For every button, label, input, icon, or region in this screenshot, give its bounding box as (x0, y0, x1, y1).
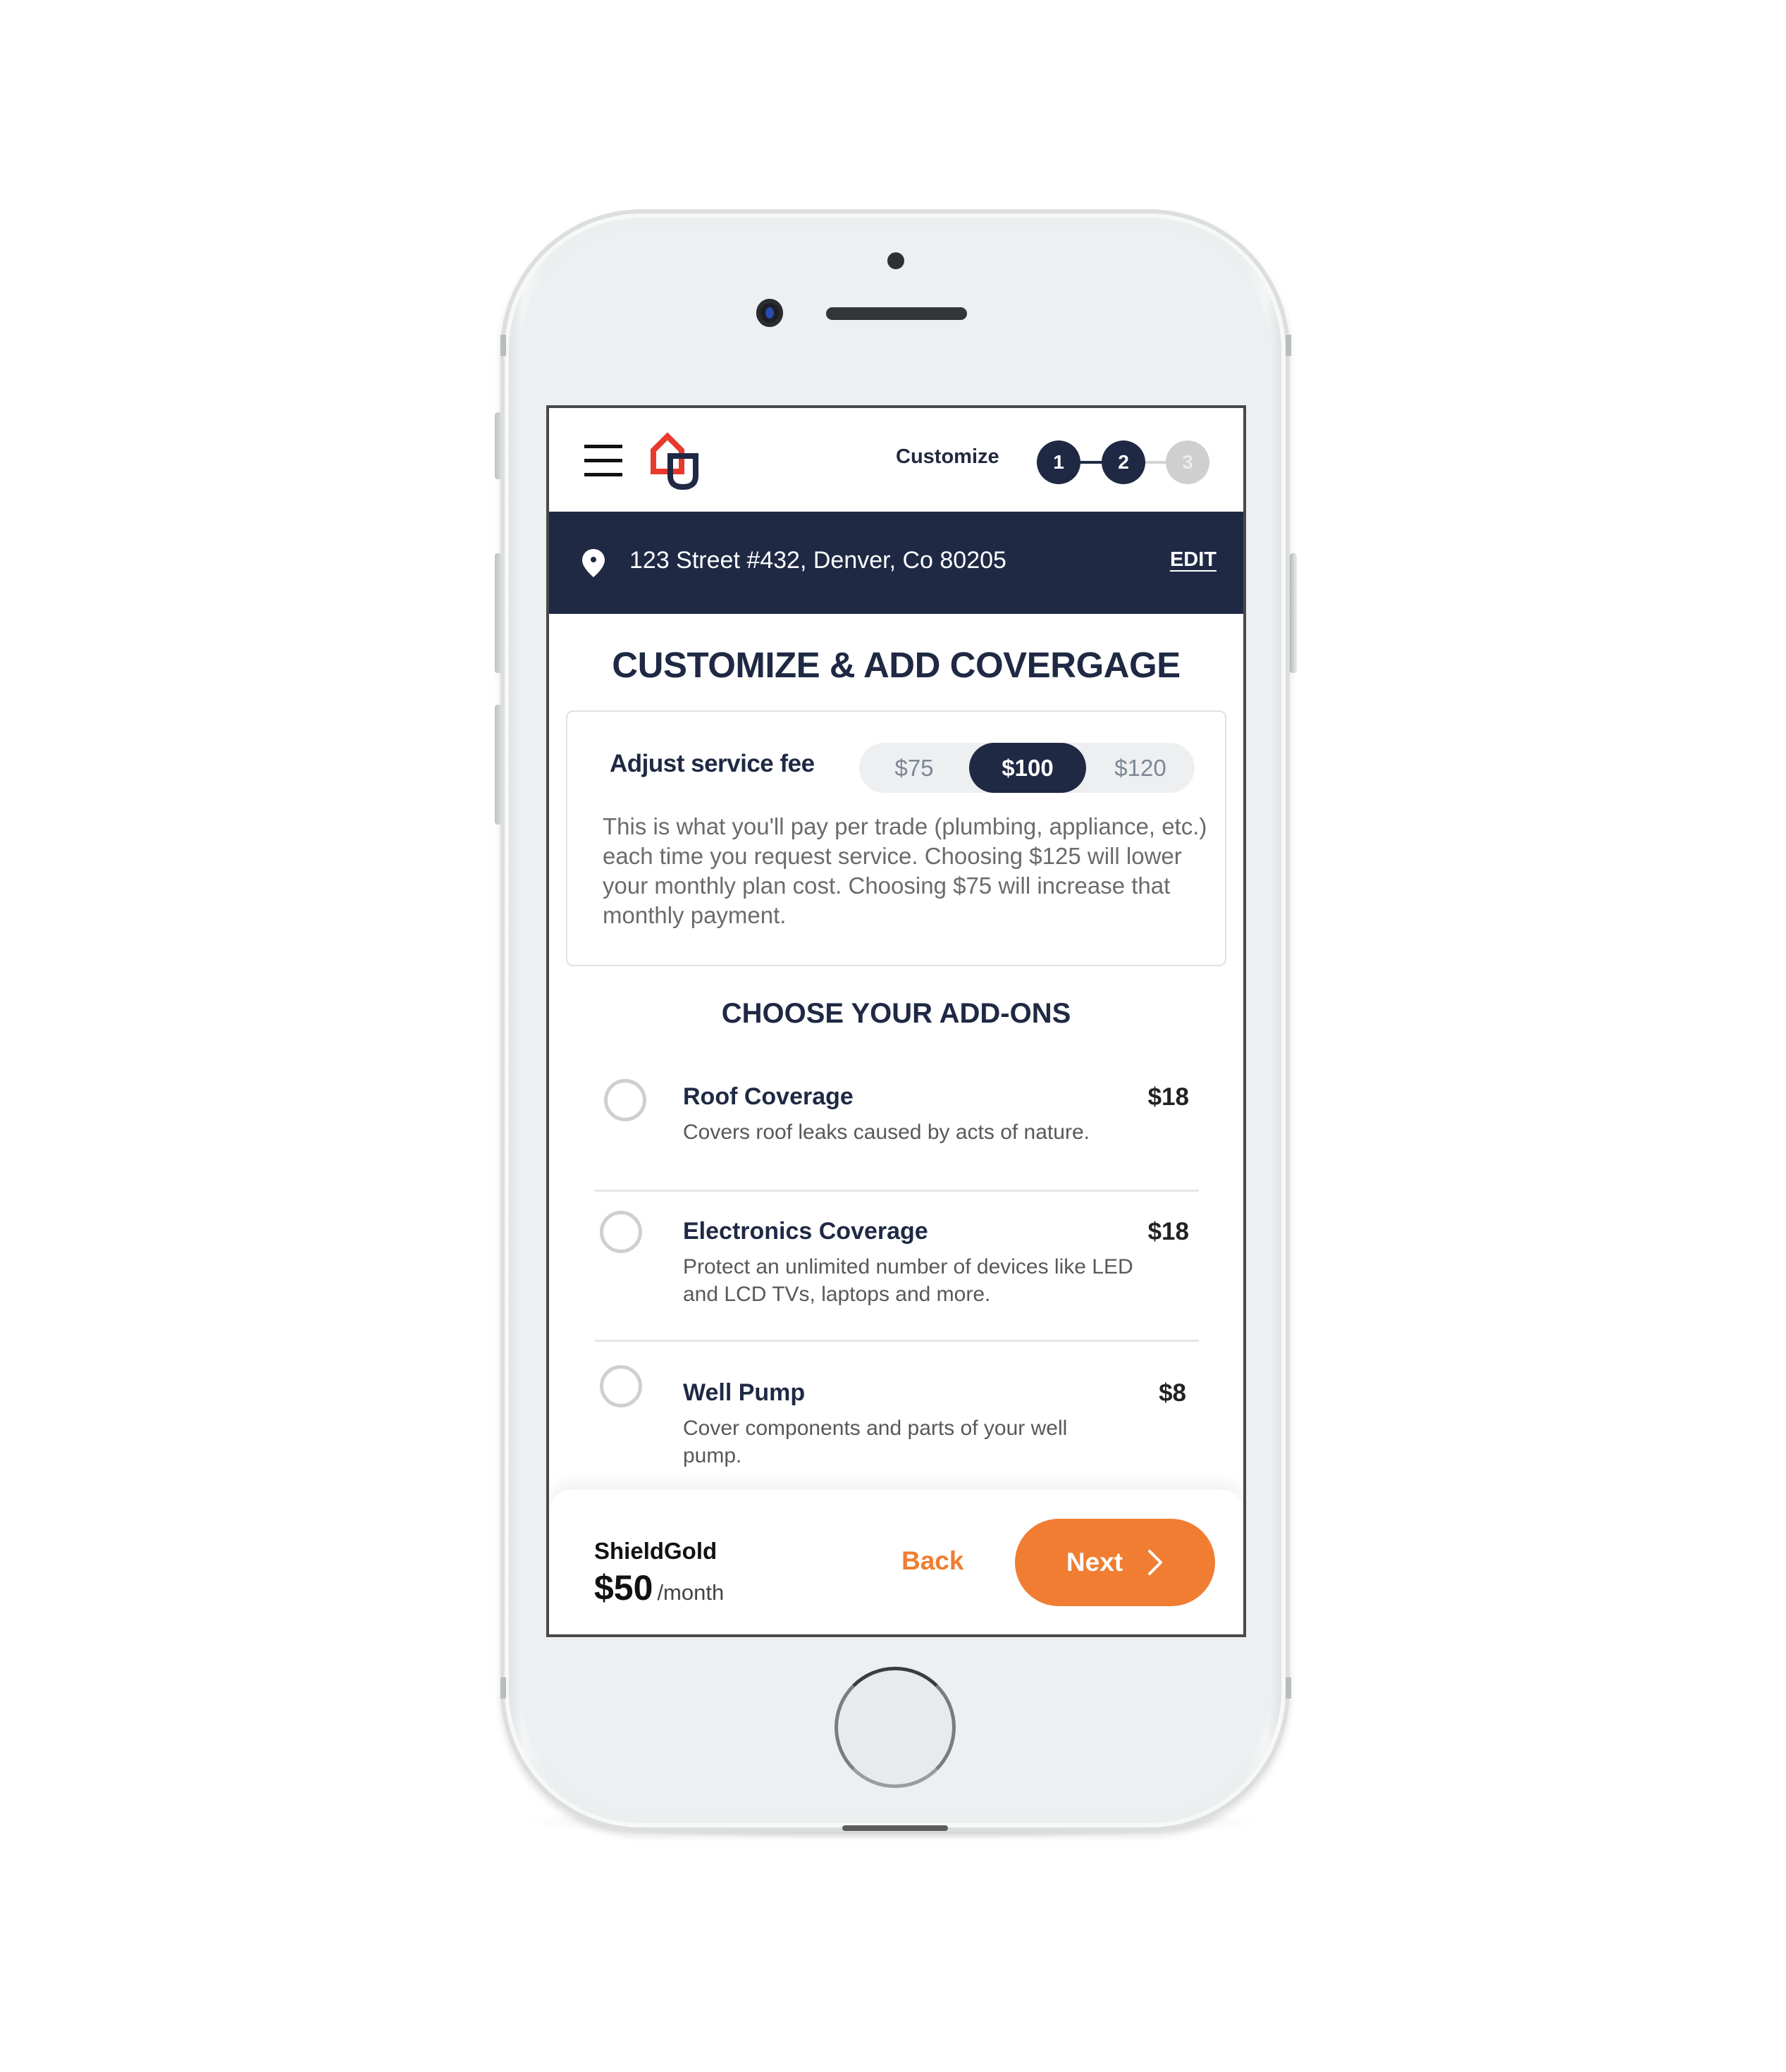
plan-name: ShieldGold (594, 1538, 718, 1564)
addon-title: Roof Coverage (683, 1083, 854, 1110)
address-text: 123 Street #432, Denver, Co 80205 (629, 547, 1006, 574)
antenna-band (1286, 1677, 1291, 1698)
addon-radio[interactable] (600, 1365, 642, 1407)
fee-option-120[interactable]: $120 (1086, 743, 1195, 793)
chevron-right-icon (1148, 1550, 1163, 1575)
antenna-band (500, 1677, 506, 1698)
edit-address-link[interactable]: EDIT (1170, 548, 1217, 572)
lightning-port (842, 1825, 948, 1831)
step-connector (1079, 461, 1103, 464)
address-bar: 123 Street #432, Denver, Co 80205 EDIT (549, 512, 1243, 614)
step-2: 2 (1102, 440, 1145, 484)
service-fee-card: Adjust service fee $75 $100 $120 This is… (566, 710, 1226, 966)
hamburger-menu-icon[interactable] (584, 445, 622, 476)
step-label: Customize (896, 445, 999, 468)
plan-price-block: $50/month (594, 1567, 724, 1608)
antenna-band (1286, 335, 1291, 356)
fee-option-100-selected[interactable]: $100 (969, 743, 1086, 793)
progress-stepper: 1 2 3 (1037, 440, 1209, 484)
front-camera (756, 299, 783, 327)
app-screen: Customize 1 2 3 123 Street #432, Denver,… (546, 405, 1246, 1637)
addon-price: $8 (1159, 1379, 1186, 1407)
addon-description: Covers roof leaks caused by acts of natu… (683, 1121, 1090, 1144)
addon-title: Electronics Coverage (683, 1218, 928, 1245)
addon-description: Cover components and parts of your well … (683, 1417, 1068, 1467)
addon-price: $18 (1147, 1083, 1189, 1111)
earpiece-speaker (826, 307, 967, 320)
step-1: 1 (1037, 440, 1080, 484)
addon-title: Well Pump (683, 1379, 806, 1406)
back-button[interactable]: Back (901, 1546, 963, 1576)
proximity-sensor (887, 252, 904, 269)
home-button[interactable] (835, 1667, 956, 1788)
fee-option-75[interactable]: $75 (859, 743, 969, 793)
addon-radio[interactable] (600, 1211, 642, 1253)
divider (595, 1340, 1199, 1342)
step-connector (1144, 461, 1167, 464)
power-button (1290, 553, 1297, 673)
service-fee-label: Adjust service fee (610, 750, 815, 777)
next-button[interactable]: Next (1015, 1519, 1215, 1606)
addon-price: $18 (1147, 1218, 1189, 1245)
location-pin-icon (582, 549, 605, 577)
addon-radio[interactable] (604, 1079, 646, 1121)
step-3: 3 (1166, 440, 1209, 484)
addon-description: Protect an unlimited number of devices l… (683, 1255, 1133, 1306)
service-fee-toggle: $75 $100 $120 (859, 743, 1195, 793)
antenna-band (500, 335, 506, 356)
plan-summary-footer: ShieldGold $50/month Back Next (549, 1490, 1243, 1634)
addons-heading: CHOOSE YOUR ADD-ONS (721, 998, 1071, 1029)
plan-period: /month (657, 1580, 725, 1605)
app-header: Customize 1 2 3 (549, 408, 1243, 512)
next-button-label: Next (1066, 1548, 1123, 1577)
house-shield-logo (651, 432, 698, 491)
plan-price: $50 (594, 1568, 653, 1608)
page-title: CUSTOMIZE & ADD COVERGAGE (612, 645, 1181, 685)
divider (595, 1190, 1199, 1192)
service-fee-description: This is what you'll pay per trade (plumb… (603, 813, 1207, 928)
